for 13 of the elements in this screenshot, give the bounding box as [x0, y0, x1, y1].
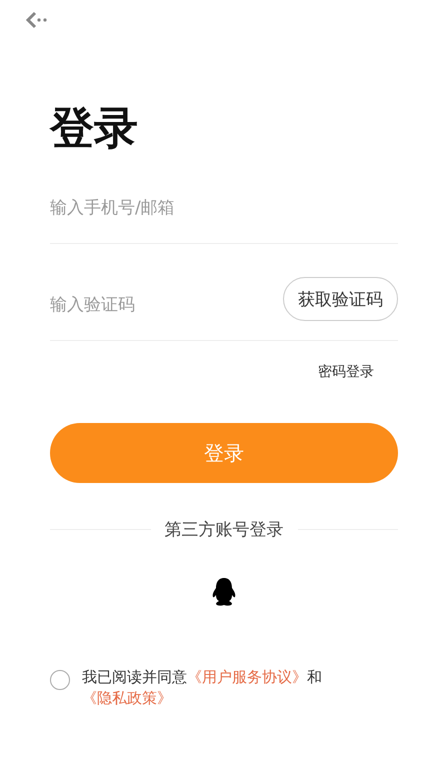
login-button[interactable]: 登录	[50, 423, 398, 484]
password-login-link[interactable]: 密码登录	[318, 363, 374, 424]
agreement-link[interactable]: 《隐私政策》	[82, 689, 172, 708]
agree-checkbox[interactable]	[50, 670, 70, 690]
input-field[interactable]: 输入手机号/邮箱	[50, 198, 398, 218]
penguin-icon[interactable]	[211, 577, 237, 608]
third-party-label: 第三方账号登录	[164, 519, 284, 542]
input-field[interactable]: 输入验证码	[50, 295, 283, 316]
agreement-link[interactable]: 《用户服务协议》	[187, 668, 307, 686]
get-code-button[interactable]: 获取验证码	[283, 277, 398, 322]
page-title: 登录	[50, 105, 139, 154]
agreement-text: 我已阅读并同意《用户服务协议》和 《隐私政策》	[82, 667, 323, 710]
back-icon[interactable]	[24, 10, 48, 30]
